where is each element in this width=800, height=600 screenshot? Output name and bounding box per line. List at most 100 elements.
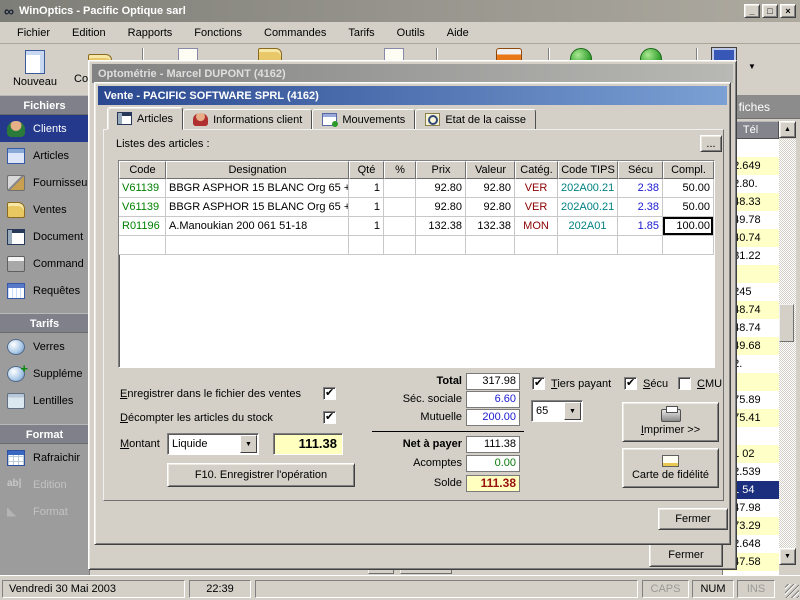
cell-valeur[interactable]: 92.80 bbox=[466, 198, 515, 217]
table-header-cell[interactable]: Code TIPS bbox=[558, 161, 618, 179]
cell-code[interactable]: R01196 bbox=[119, 217, 166, 236]
tab-item[interactable]: Informations client bbox=[183, 109, 312, 130]
sidebar-item[interactable]: Clients bbox=[0, 115, 89, 142]
sidebar-item-icon bbox=[7, 339, 25, 355]
save-sales-checkbox[interactable] bbox=[323, 387, 336, 400]
table-header-cell[interactable]: Code bbox=[119, 161, 166, 179]
tiers-payant-checkbox[interactable] bbox=[532, 377, 545, 390]
cell-valeur[interactable]: 92.80 bbox=[466, 179, 515, 198]
cell-pct[interactable] bbox=[384, 198, 416, 217]
imprimer-button[interactable]: Imprimer >> bbox=[622, 402, 719, 442]
cell-designation[interactable]: BBGR ASPHOR 15 BLANC Org 65 + bbox=[166, 198, 349, 217]
table-header-cell[interactable]: Prix bbox=[416, 161, 466, 179]
menu-item[interactable]: Fonctions bbox=[183, 23, 253, 43]
cell-secu[interactable]: 2.38 bbox=[618, 198, 663, 217]
table-header-cell[interactable]: Designation bbox=[166, 161, 349, 179]
menu-item[interactable]: Commandes bbox=[253, 23, 337, 43]
carte-fidelite-button[interactable]: Carte de fidélité bbox=[622, 448, 719, 488]
sidebar-fichiers-items: Clients Articles Fournisseu Ventes bbox=[0, 115, 89, 304]
maximize-button[interactable]: □ bbox=[762, 4, 778, 18]
close-button[interactable]: × bbox=[780, 4, 796, 18]
sidebar-item[interactable]: Ventes bbox=[0, 196, 89, 223]
menu-item[interactable]: Edition bbox=[61, 23, 117, 43]
cell-designation[interactable]: BBGR ASPHOR 15 BLANC Org 65 + bbox=[166, 179, 349, 198]
cell-categ[interactable]: VER bbox=[515, 198, 558, 217]
vscrollbar-thumb[interactable] bbox=[779, 304, 794, 342]
f10-button[interactable]: F10. Enregistrer l'opération bbox=[167, 463, 355, 487]
cell-secu[interactable]: 2.38 bbox=[618, 179, 663, 198]
cell-compl[interactable]: 50.00 bbox=[663, 179, 714, 198]
cell-tips[interactable]: 202A00.21 bbox=[558, 179, 618, 198]
sidebar-item[interactable]: Articles bbox=[0, 142, 89, 169]
cell-compl[interactable]: 50.00 bbox=[663, 198, 714, 217]
sidebar-item[interactable]: Format bbox=[0, 498, 89, 525]
sidebar-item[interactable]: Requêtes bbox=[0, 277, 89, 304]
cell-secu[interactable]: 1.85 bbox=[618, 217, 663, 236]
menu-item[interactable]: Aide bbox=[436, 23, 480, 43]
table-header-cell[interactable]: Catég. bbox=[515, 161, 558, 179]
cell-prix[interactable]: 92.80 bbox=[416, 179, 466, 198]
cell-designation[interactable]: A.Manoukian 200 061 51-18 bbox=[166, 217, 349, 236]
cell-pct[interactable] bbox=[384, 179, 416, 198]
articles-table[interactable]: CodeDesignationQté%PrixValeurCatég.Code … bbox=[118, 160, 715, 368]
fermer-button[interactable]: Fermer bbox=[658, 508, 728, 530]
table-header-cell[interactable]: % bbox=[384, 161, 416, 179]
rate-select[interactable]: 65 ▼ bbox=[531, 400, 583, 422]
menu-item[interactable]: Outils bbox=[386, 23, 436, 43]
vente-dialog-titlebar[interactable]: Vente - PACIFIC SOFTWARE SPRL (4162) bbox=[98, 86, 727, 105]
cell-pct[interactable] bbox=[384, 217, 416, 236]
cmu-checkbox[interactable] bbox=[678, 377, 691, 390]
resize-grip[interactable] bbox=[785, 584, 799, 598]
combo-arrow-icon[interactable]: ▼ bbox=[240, 435, 257, 453]
cell-categ[interactable]: MON bbox=[515, 217, 558, 236]
table-header-cell[interactable]: Compl. bbox=[663, 161, 714, 179]
cell-code[interactable]: V61139 bbox=[119, 179, 166, 198]
payment-mode-select[interactable]: Liquide ▼ bbox=[167, 433, 259, 455]
menu-item[interactable]: Rapports bbox=[117, 23, 184, 43]
cell-qte[interactable]: 1 bbox=[349, 179, 384, 198]
cell-categ[interactable]: VER bbox=[515, 179, 558, 198]
optometrie-dialog-titlebar[interactable]: Optométrie - Marcel DUPONT (4162) bbox=[92, 64, 733, 83]
cell-compl[interactable]: 100.00 bbox=[663, 217, 714, 236]
cell-qte[interactable]: 1 bbox=[349, 198, 384, 217]
nouveau-button[interactable]: Nouveau bbox=[6, 46, 64, 92]
toolbar-dropdown-arrow[interactable]: ▼ bbox=[748, 62, 756, 71]
vscrollbar-track[interactable] bbox=[779, 139, 796, 548]
sidebar-item[interactable]: Command bbox=[0, 250, 89, 277]
cell-qte[interactable]: 1 bbox=[349, 217, 384, 236]
scroll-up-button[interactable]: ▲ bbox=[779, 121, 796, 138]
more-button[interactable]: ... bbox=[700, 135, 722, 152]
table-header-cell[interactable]: Valeur bbox=[466, 161, 515, 179]
tab-item[interactable]: Mouvements bbox=[312, 109, 415, 130]
cell-valeur[interactable]: 132.38 bbox=[466, 217, 515, 236]
tab-item[interactable]: Articles bbox=[107, 107, 183, 130]
combo-arrow-icon[interactable]: ▼ bbox=[564, 402, 581, 420]
stock-checkbox[interactable] bbox=[323, 411, 336, 424]
menu-item[interactable]: Tarifs bbox=[337, 23, 385, 43]
sidebar-item[interactable]: Verres bbox=[0, 333, 89, 360]
outer-fermer-button[interactable]: Fermer bbox=[649, 543, 723, 567]
tab-item[interactable]: Etat de la caisse bbox=[415, 109, 536, 130]
table-row[interactable]: V61139 BBGR ASPHOR 15 BLANC Org 65 + 1 9… bbox=[119, 179, 714, 198]
sidebar-item[interactable]: Rafraichir bbox=[0, 444, 89, 471]
cell-prix[interactable]: 132.38 bbox=[416, 217, 466, 236]
sidebar-item[interactable]: Fournisseu bbox=[0, 169, 89, 196]
table-header-cell[interactable]: Sécu bbox=[618, 161, 663, 179]
cell-code[interactable]: V61139 bbox=[119, 198, 166, 217]
sidebar-item[interactable]: Suppléme bbox=[0, 360, 89, 387]
secu-checkbox[interactable] bbox=[624, 377, 637, 390]
sidebar-item[interactable]: Lentilles bbox=[0, 387, 89, 414]
sidebar-item[interactable]: Edition bbox=[0, 471, 89, 498]
montant-field[interactable]: 111.38 bbox=[273, 433, 343, 455]
cell-tips[interactable]: 202A00.21 bbox=[558, 198, 618, 217]
table-row[interactable]: R01196 A.Manoukian 200 061 51-18 1 132.3… bbox=[119, 217, 714, 236]
scroll-down-button[interactable]: ▼ bbox=[779, 548, 796, 565]
menu-item[interactable]: Fichier bbox=[6, 23, 61, 43]
table-header-cell[interactable]: Qté bbox=[349, 161, 384, 179]
sidebar-item[interactable]: Document bbox=[0, 223, 89, 250]
cell-prix[interactable]: 92.80 bbox=[416, 198, 466, 217]
minimize-button[interactable]: _ bbox=[744, 4, 760, 18]
window-titlebar[interactable]: ∞ WinOptics - Pacific Optique sarl _ □ × bbox=[0, 0, 800, 22]
table-row[interactable]: V61139 BBGR ASPHOR 15 BLANC Org 65 + 1 9… bbox=[119, 198, 714, 217]
cell-tips[interactable]: 202A01 bbox=[558, 217, 618, 236]
